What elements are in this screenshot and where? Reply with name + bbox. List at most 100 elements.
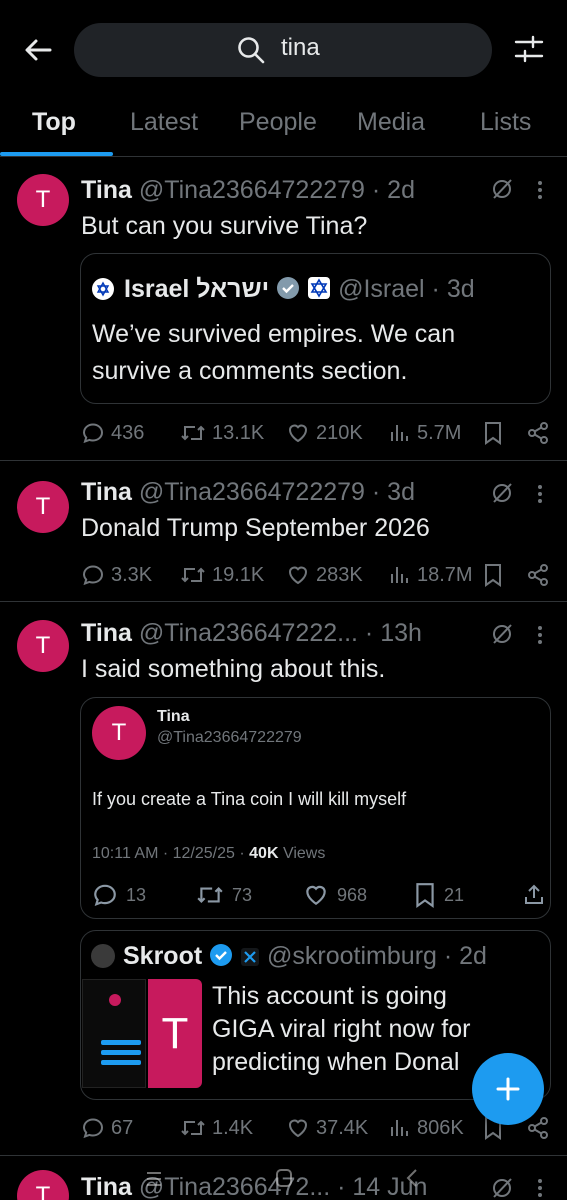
quote-author-handle[interactable]: @skrootimburg (267, 942, 437, 970)
verified-gray-icon (276, 276, 300, 300)
tab-lists[interactable]: Lists (480, 108, 531, 137)
share-icon[interactable] (526, 1116, 550, 1140)
avatar[interactable]: T (17, 620, 69, 672)
thumbnail-bubble (101, 1060, 141, 1065)
arrow-left-icon (25, 39, 52, 61)
plus-icon (496, 1077, 520, 1101)
nav-back-icon[interactable] (405, 1168, 419, 1188)
reply-button[interactable]: 67 (81, 1116, 133, 1140)
share-icon[interactable] (526, 563, 550, 587)
share-icon[interactable] (526, 421, 550, 445)
repost-icon (181, 425, 205, 441)
filter-icon[interactable] (514, 34, 544, 64)
embedded-reply: 13 (92, 882, 146, 908)
tab-media[interactable]: Media (357, 108, 425, 137)
repost-button[interactable]: 13.1K (180, 421, 264, 445)
search-icon (236, 35, 266, 65)
views-icon (391, 567, 408, 583)
quote-text-line: We’ve survived empires. We can (92, 320, 456, 348)
reply-icon (82, 565, 104, 586)
author-handle[interactable]: @Tina23664722279 (139, 176, 365, 204)
more-icon[interactable] (537, 625, 543, 645)
embedded-like: 968 (303, 882, 367, 908)
grok-icon[interactable] (490, 177, 514, 201)
avatar[interactable]: T (17, 481, 69, 533)
more-icon[interactable] (537, 484, 543, 504)
quote-author-name[interactable]: Israel ישראל (124, 275, 269, 303)
repost-button[interactable]: 19.1K (180, 563, 264, 587)
divider (0, 601, 567, 602)
more-icon[interactable] (537, 1178, 543, 1198)
avatar[interactable]: T (17, 1170, 69, 1200)
like-button[interactable]: 210K (286, 421, 363, 445)
embedded-tweet-image[interactable]: T Tina @Tina23664722279 If you create a … (80, 697, 551, 919)
embedded-views-label: Views (282, 845, 326, 862)
repost-count: 13.1K (212, 421, 265, 444)
embedded-author-name: Tina (157, 708, 190, 725)
author-handle[interactable]: @Tina2366472... (139, 1173, 330, 1200)
repost-count: 1.4K (212, 1116, 254, 1139)
author-name[interactable]: Tina (81, 478, 132, 506)
heart-icon (288, 424, 308, 443)
tweet-text: Donald Trump September 2026 (81, 514, 430, 542)
tweet-time: · 2d (371, 176, 415, 204)
thumbnail-screenshot (82, 979, 146, 1088)
author-handle[interactable]: @Tina23664722279 (139, 478, 365, 506)
tab-people[interactable]: People (239, 108, 317, 137)
reply-button[interactable]: 436 (81, 421, 144, 445)
back-button[interactable] (20, 32, 56, 68)
like-button[interactable]: 283K (286, 563, 363, 587)
search-input[interactable]: tina (74, 23, 492, 77)
home-icon[interactable] (275, 1168, 293, 1188)
tweet-header: Tina @Tina2366472... · 14 Jun (81, 1173, 427, 1200)
thumbnail-bubble (101, 1040, 141, 1045)
repost-button[interactable]: 1.4K (180, 1116, 253, 1140)
upload-icon (522, 882, 546, 908)
repost-icon (181, 1120, 205, 1136)
thumbnail-bubble (101, 1050, 141, 1055)
grok-icon[interactable] (490, 1176, 514, 1200)
view-count: 806K (417, 1116, 464, 1139)
views-icon (391, 425, 408, 441)
view-count: 5.7M (417, 421, 462, 444)
divider (0, 460, 567, 461)
heart-icon (306, 885, 326, 905)
bookmark-icon[interactable] (483, 421, 503, 445)
quote-text-line: predicting when Donal (212, 1048, 460, 1076)
divider (0, 1155, 567, 1156)
grok-icon[interactable] (490, 481, 514, 505)
tab-top[interactable]: Top (32, 108, 76, 137)
tweet-header: Tina @Tina23664722279 · 2d (81, 176, 415, 205)
reply-icon (94, 884, 116, 906)
quote-avatar (91, 944, 115, 968)
quote-header: Israel ישראל @Israel · 3d (124, 275, 475, 304)
views-button[interactable]: 5.7M (389, 421, 461, 445)
views-icon (391, 1120, 408, 1136)
embedded-author-handle: @Tina23664722279 (157, 729, 302, 746)
quote-author-name[interactable]: Skroot (123, 942, 202, 970)
more-icon[interactable] (537, 180, 543, 200)
recent-apps-icon[interactable] (145, 1170, 163, 1188)
reply-count: 3.3K (111, 563, 153, 586)
israel-flag-icon (92, 278, 114, 300)
compose-button[interactable] (472, 1053, 544, 1125)
tab-latest[interactable]: Latest (130, 108, 198, 137)
quote-author-handle[interactable]: @Israel (338, 275, 425, 303)
quote-thumbnail: T (81, 979, 202, 1088)
author-handle[interactable]: @Tina236647222... (139, 619, 358, 647)
views-button[interactable]: 18.7M (389, 563, 473, 587)
author-name[interactable]: Tina (81, 176, 132, 204)
embedded-bookmark: 21 (414, 882, 464, 908)
quote-tweet[interactable]: Israel ישראל @Israel · 3d We’ve survived… (80, 253, 551, 404)
author-name[interactable]: Tina (81, 619, 132, 647)
views-button[interactable]: 806K (389, 1116, 464, 1140)
grok-icon[interactable] (490, 622, 514, 646)
author-name[interactable]: Tina (81, 1173, 132, 1200)
embedded-timestamp: 10:11 AM · 12/25/25 · (92, 845, 245, 862)
reply-button[interactable]: 3.3K (81, 563, 152, 587)
government-badge-icon (307, 276, 331, 300)
avatar[interactable]: T (17, 174, 69, 226)
bookmark-icon[interactable] (483, 563, 503, 587)
like-button[interactable]: 37.4K (286, 1116, 368, 1140)
view-count: 18.7M (417, 563, 473, 586)
